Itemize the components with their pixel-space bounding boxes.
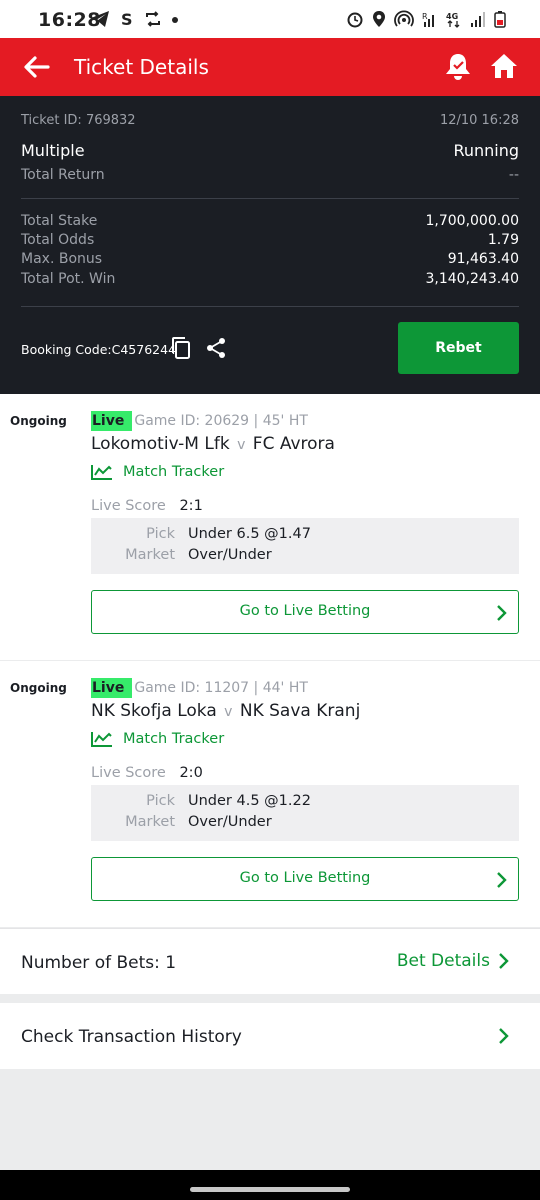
home-gesture-pill[interactable] bbox=[190, 1187, 350, 1192]
pick-box: Pick Under 6.5 @1.47 Market Over/Under bbox=[91, 518, 519, 574]
sync-icon bbox=[146, 11, 160, 27]
market-value: Over/Under bbox=[188, 814, 272, 830]
away-team: NK Sava Kranj bbox=[239, 701, 361, 721]
svg-text:S: S bbox=[121, 10, 133, 28]
live-score: Live Score 2:0 bbox=[91, 765, 203, 781]
bet-status: Ongoing bbox=[10, 414, 67, 428]
bet-meta: Live Game ID: 20629 | 45' HT bbox=[91, 411, 308, 431]
system-nav-bar bbox=[0, 1170, 540, 1200]
notification-dot-icon bbox=[172, 17, 178, 23]
live-badge: Live bbox=[91, 678, 133, 698]
location-icon bbox=[373, 11, 385, 27]
bet-card: Ongoing Live Game ID: 20629 | 45' HT Lok… bbox=[0, 394, 540, 660]
number-of-bets: Number of Bets: 1 bbox=[21, 953, 177, 973]
match-tracker-label: Match Tracker bbox=[123, 464, 225, 480]
ticket-type: Multiple bbox=[21, 141, 85, 160]
total-pot-win-value: 3,140,243.40 bbox=[425, 271, 519, 287]
back-arrow-icon[interactable] bbox=[22, 52, 52, 82]
signal-icon bbox=[471, 12, 485, 27]
match-tracker-link[interactable]: Match Tracker bbox=[91, 731, 224, 747]
match-teams: Lokomotiv-M Lfk v FC Avrora bbox=[91, 434, 335, 454]
market-label: Market bbox=[125, 547, 175, 563]
transaction-history-label: Check Transaction History bbox=[21, 1027, 242, 1047]
chevron-right-icon bbox=[497, 872, 507, 888]
versus: v bbox=[237, 437, 246, 453]
game-id: Game ID: 20629 | 45' HT bbox=[134, 413, 308, 429]
chart-line-icon bbox=[91, 465, 112, 480]
bet-details-link[interactable]: Bet Details bbox=[397, 951, 510, 971]
signal-r-icon: R bbox=[422, 12, 434, 27]
bell-icon[interactable] bbox=[442, 50, 474, 82]
versus: v bbox=[224, 704, 233, 720]
live-score: Live Score 2:1 bbox=[91, 498, 203, 514]
go-live-betting-button[interactable]: Go to Live Betting bbox=[91, 590, 519, 634]
transaction-history-row[interactable]: Check Transaction History bbox=[0, 1003, 540, 1069]
total-stake-value: 1,700,000.00 bbox=[425, 213, 519, 229]
app-bar: Ticket Details bbox=[0, 38, 540, 96]
status-bar: 16:28 S R 4G bbox=[0, 0, 540, 38]
market-label: Market bbox=[125, 814, 175, 830]
svg-text:4G: 4G bbox=[446, 12, 458, 21]
market-value: Over/Under bbox=[188, 547, 272, 563]
alarm-icon bbox=[347, 12, 363, 28]
live-score-value: 2:1 bbox=[179, 498, 203, 514]
bet-card: Ongoing Live Game ID: 11207 | 44' HT NK … bbox=[0, 661, 540, 927]
svg-text:R: R bbox=[422, 12, 428, 21]
away-team: FC Avrora bbox=[252, 434, 335, 454]
booking-code: Booking Code:C4576244 bbox=[21, 342, 177, 357]
bet-status: Ongoing bbox=[10, 681, 67, 695]
rebet-button[interactable]: Rebet bbox=[398, 322, 519, 374]
status-left-icons: S bbox=[90, 10, 179, 28]
max-bonus-value: 91,463.40 bbox=[447, 251, 519, 267]
copy-icon[interactable] bbox=[170, 336, 192, 360]
total-return-value: -- bbox=[508, 167, 519, 183]
live-badge: Live bbox=[91, 411, 133, 431]
share-icon[interactable] bbox=[205, 337, 227, 359]
network-4g-icon: 4G bbox=[446, 12, 460, 28]
chevron-right-icon bbox=[499, 1028, 509, 1044]
total-pot-win-label: Total Pot. Win bbox=[21, 271, 116, 287]
live-score-label: Live Score bbox=[91, 765, 166, 781]
chevron-right-icon bbox=[499, 953, 509, 969]
pick-value: Under 6.5 @1.47 bbox=[188, 526, 311, 542]
match-tracker-link[interactable]: Match Tracker bbox=[91, 464, 224, 480]
home-team: Lokomotiv-M Lfk bbox=[91, 434, 230, 454]
go-live-betting-button[interactable]: Go to Live Betting bbox=[91, 857, 519, 901]
total-odds-label: Total Odds bbox=[21, 232, 95, 248]
number-of-bets-row: Number of Bets: 1 Bet Details bbox=[0, 928, 540, 994]
total-stake-label: Total Stake bbox=[21, 213, 98, 229]
match-tracker-label: Match Tracker bbox=[123, 731, 225, 747]
ticket-datetime: 12/10 16:28 bbox=[439, 113, 519, 128]
hotspot-icon bbox=[394, 10, 414, 27]
live-score-label: Live Score bbox=[91, 498, 166, 514]
total-odds-value: 1.79 bbox=[487, 232, 519, 248]
pick-value: Under 4.5 @1.22 bbox=[188, 793, 311, 809]
page-title: Ticket Details bbox=[74, 55, 209, 79]
home-icon[interactable] bbox=[488, 50, 520, 82]
pick-label: Pick bbox=[146, 793, 175, 809]
status-right-icons: R 4G bbox=[346, 10, 506, 28]
divider bbox=[21, 306, 519, 307]
telegram-icon bbox=[91, 11, 109, 27]
home-team: NK Skofja Loka bbox=[91, 701, 217, 721]
bet-meta: Live Game ID: 11207 | 44' HT bbox=[91, 678, 308, 698]
game-id: Game ID: 11207 | 44' HT bbox=[134, 680, 308, 696]
bet-details-label: Bet Details bbox=[396, 951, 490, 971]
chart-line-icon bbox=[91, 732, 112, 747]
chevron-right-icon bbox=[497, 605, 507, 621]
live-score-value: 2:0 bbox=[179, 765, 203, 781]
go-live-betting-label: Go to Live Betting bbox=[239, 603, 371, 619]
go-live-betting-label: Go to Live Betting bbox=[239, 870, 371, 886]
pick-label: Pick bbox=[146, 526, 175, 542]
match-teams: NK Skofja Loka v NK Sava Kranj bbox=[91, 701, 360, 721]
ticket-summary: Ticket ID: 769832 12/10 16:28 Multiple R… bbox=[0, 96, 540, 394]
total-return-label: Total Return bbox=[21, 167, 105, 183]
max-bonus-label: Max. Bonus bbox=[21, 251, 103, 267]
battery-icon bbox=[494, 11, 506, 28]
ticket-id: Ticket ID: 769832 bbox=[21, 113, 136, 128]
dollar-app-icon: S bbox=[121, 10, 133, 28]
ticket-status: Running bbox=[453, 141, 519, 160]
pick-box: Pick Under 4.5 @1.22 Market Over/Under bbox=[91, 785, 519, 841]
divider bbox=[21, 198, 519, 199]
